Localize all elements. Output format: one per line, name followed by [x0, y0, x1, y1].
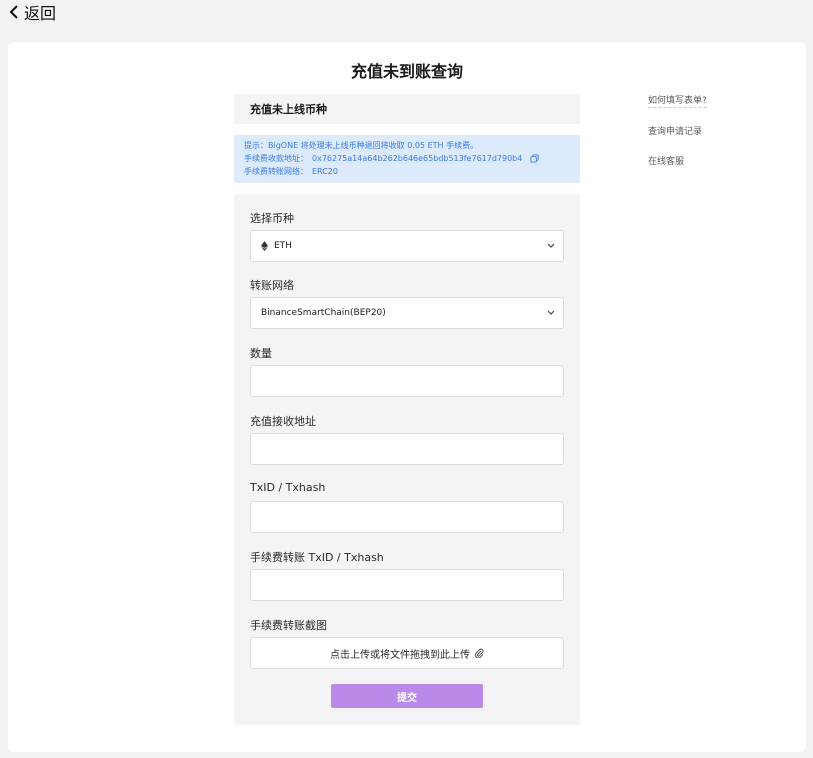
query-form: 选择币种 ETH 转账网络 BinanceSmartChain(BEP20) 数…: [234, 194, 580, 725]
coin-value: ETH: [274, 241, 292, 251]
eth-icon: [261, 241, 268, 251]
amount-input[interactable]: [250, 365, 564, 397]
network-label: 转账网络: [250, 279, 294, 292]
network-select[interactable]: BinanceSmartChain(BEP20): [250, 297, 564, 329]
fee-txid-input[interactable]: [250, 569, 564, 601]
sidebar-link-online-support[interactable]: 在线客服: [648, 154, 684, 167]
back-label: 返回: [24, 4, 57, 23]
sidebar-link-how-to-fill[interactable]: 如何填写表单?: [648, 93, 707, 108]
notice-text: 提示：BigONE 将处理未上线币种退回将收取 0.05 ETH 手续费。: [244, 141, 479, 150]
txid-field[interactable]: [261, 502, 553, 532]
notice-network-label: 手续费转账网络：: [244, 167, 308, 176]
address-label: 充值接收地址: [250, 415, 316, 428]
paperclip-icon: [474, 648, 484, 658]
screenshot-label: 手续费转账截图: [250, 619, 327, 632]
sidebar-link-query-records[interactable]: 查询申请记录: [648, 124, 702, 137]
page-title: 充值未到账查询: [350, 62, 463, 81]
amount-field[interactable]: [261, 366, 553, 396]
notice-address-label: 手续费收款地址：: [244, 154, 308, 163]
upload-text: 点击上传或将文件拖拽到此上传: [330, 649, 470, 661]
chevron-left-icon: [9, 5, 18, 19]
notice-address-value: 0x76275a14a64b262b646e65bdb513fe7617d790…: [312, 154, 523, 163]
chevron-down-icon: [547, 310, 555, 315]
notice-address-row: 手续费收款地址： 0x76275a14a64b262b646e65bdb513f…: [244, 152, 570, 165]
amount-label: 数量: [250, 347, 272, 360]
upload-area[interactable]: 点击上传或将文件拖拽到此上传: [250, 637, 564, 669]
fee-txid-label: 手续费转账 TxID / Txhash: [250, 551, 384, 564]
notice-box: 提示：BigONE 将处理未上线币种退回将收取 0.05 ETH 手续费。 手续…: [234, 135, 580, 183]
section-title: 充值未上线币种: [250, 103, 327, 116]
main-card: 充值未到账查询 充值未上线币种 提示：BigONE 将处理未上线币种退回将收取 …: [8, 42, 806, 752]
back-button[interactable]: 返回: [8, 0, 56, 24]
txid-input[interactable]: [250, 501, 564, 533]
coin-label: 选择币种: [250, 212, 294, 225]
notice-network-row: 手续费转账网络： ERC20: [244, 165, 570, 178]
copy-icon[interactable]: [530, 154, 539, 163]
chevron-down-icon: [547, 243, 555, 248]
section-header: 充值未上线币种: [234, 94, 580, 124]
submit-button[interactable]: 提交: [331, 684, 483, 708]
notice-line: 提示：BigONE 将处理未上线币种退回将收取 0.05 ETH 手续费。: [244, 139, 570, 152]
fee-txid-field[interactable]: [261, 570, 553, 600]
address-input[interactable]: [250, 433, 564, 465]
txid-label: TxID / Txhash: [250, 481, 326, 494]
network-value: BinanceSmartChain(BEP20): [261, 308, 386, 318]
notice-network-value: ERC20: [312, 167, 338, 176]
coin-select[interactable]: ETH: [250, 230, 564, 262]
address-field[interactable]: [261, 434, 553, 464]
